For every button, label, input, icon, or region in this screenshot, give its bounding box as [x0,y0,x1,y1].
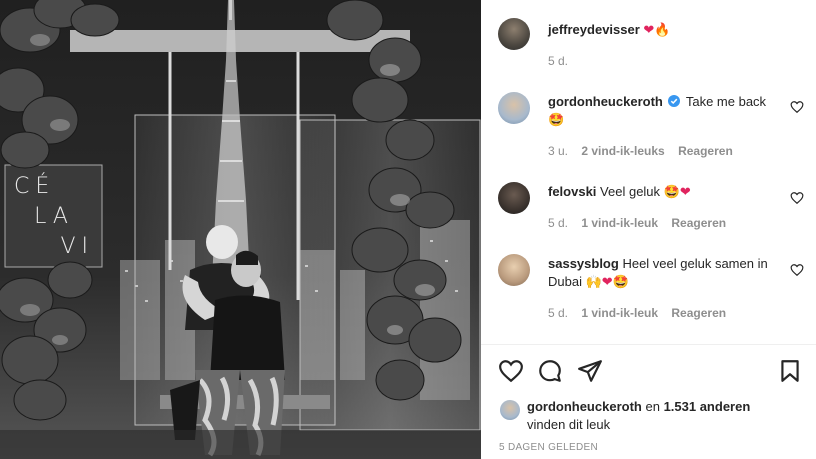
sign-line-3: VI [60,234,94,259]
comment-text: Veel geluk [600,184,661,199]
likes-and: en [645,399,660,414]
star-struck-emoji-icon: 🤩 [663,184,680,199]
comment-avatar[interactable] [498,254,530,286]
liker-username[interactable]: gordonheuckeroth [527,399,642,414]
verified-badge-icon [668,95,681,107]
sign-text: CÉ LA VI [14,172,94,262]
comment-meta: 5 d. 1 vind-ik-leuk Reageren [548,306,726,320]
comment-avatar[interactable] [498,92,530,124]
reply-button[interactable]: Reageren [671,306,726,320]
comment-meta: 5 d. 1 vind-ik-leuk Reageren [548,216,726,230]
heart-outline-icon[interactable] [498,358,524,384]
praying-hands-emoji-icon: 🙌 [585,274,602,289]
liker-avatar[interactable] [500,400,520,420]
comment-like-heart-icon[interactable] [790,191,804,205]
likes-count[interactable]: 1.531 anderen [664,399,751,414]
heart-emoji-icon: ❤ [679,184,691,199]
likes-summary: gordonheuckeroth en 1.531 anderen vinden… [527,398,807,434]
fire-emoji-icon: 🔥 [654,22,671,37]
comment-time: 5 d. [548,216,569,230]
comments-panel: jeffreydevisser ❤🔥 5 d. gordonheuckeroth… [481,0,816,459]
comment-text-line-1: Heel veel geluk samen in [622,256,768,271]
comment-time: 3 u. [548,144,569,158]
comment-avatar[interactable] [498,182,530,214]
comment-likes[interactable]: 1 vind-ik-leuk [581,216,658,230]
posted-date[interactable]: 5 DAGEN GELEDEN [499,442,598,453]
heart-emoji-icon: ❤ [643,22,655,37]
comment-like-heart-icon[interactable] [790,100,804,114]
comment-item: gordonheuckeroth Take me back 🤩 [548,93,783,129]
comment-bubble-icon[interactable] [537,358,563,384]
comment-meta: 3 u. 2 vind-ik-leuks Reageren [548,144,733,158]
comment-like-heart-icon[interactable] [790,263,804,277]
post-photo[interactable]: CÉ LA VI [0,0,481,459]
comment-text-line-2: Dubai [548,274,582,289]
sign-line-1: CÉ [14,174,56,199]
actions-divider [481,344,816,345]
comment-likes[interactable]: 2 vind-ik-leuks [581,144,664,158]
bookmark-icon[interactable] [777,358,803,384]
likes-suffix: vinden dit leuk [527,417,611,432]
author-username[interactable]: jeffreydevisser [548,22,640,37]
author-caption: jeffreydevisser ❤🔥 [548,21,671,39]
comment-time: 5 d. [548,306,569,320]
heart-emoji-icon: ❤ [601,274,613,289]
author-time: 5 d. [548,54,569,68]
sign-line-2: LA [34,204,74,229]
comment-item: felovski Veel geluk 🤩❤ [548,183,783,201]
star-struck-emoji-icon: 🤩 [612,274,629,289]
comment-username[interactable]: sassysblog [548,256,619,271]
comment-username[interactable]: gordonheuckeroth [548,94,663,109]
comment-text: Take me back [685,94,767,109]
comment-item: sassysblog Heel veel geluk samen in Duba… [548,255,783,291]
author-avatar[interactable] [498,18,530,50]
comment-username[interactable]: felovski [548,184,596,199]
comment-likes[interactable]: 1 vind-ik-leuk [581,306,658,320]
paper-plane-icon[interactable] [577,358,603,384]
reply-button[interactable]: Reageren [678,144,733,158]
reply-button[interactable]: Reageren [671,216,726,230]
star-struck-emoji-icon: 🤩 [548,112,565,127]
